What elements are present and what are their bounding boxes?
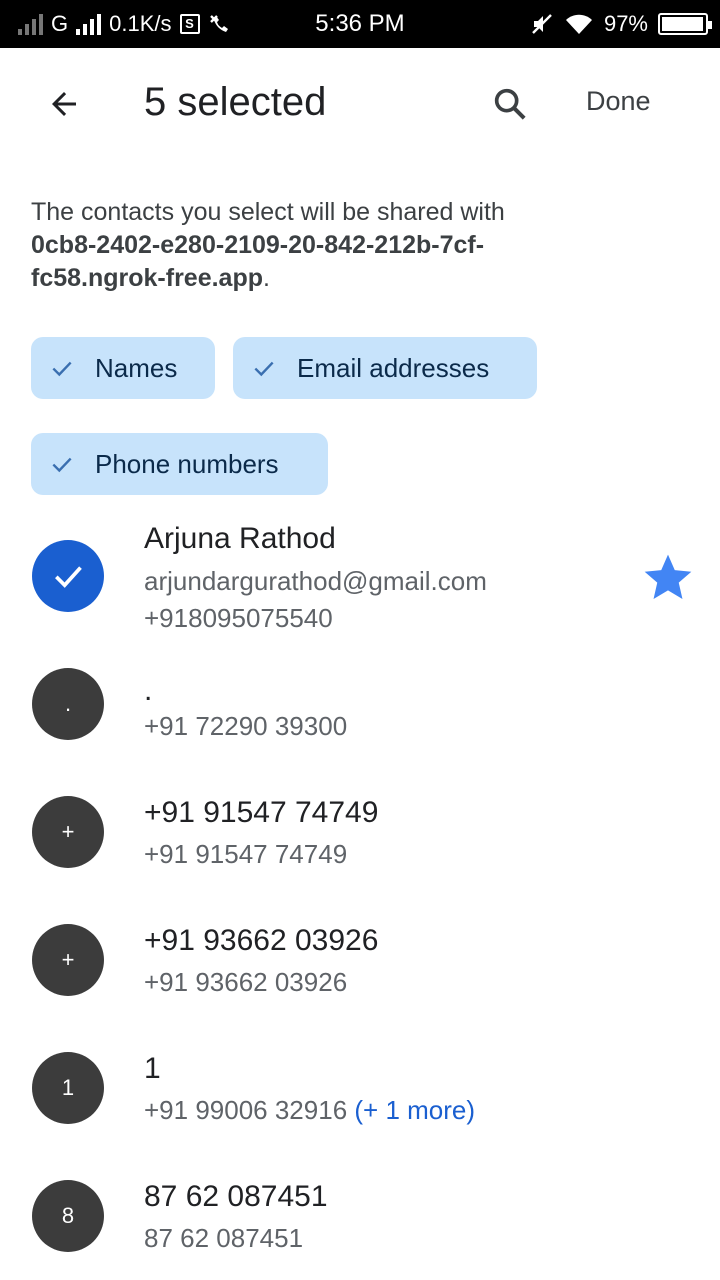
contact-row[interactable]: + +91 93662 03926 +91 93662 03926 [0,896,720,1024]
battery-level [662,17,703,31]
check-icon [55,566,82,588]
status-bar: G 0.1K/s S 5:36 PM 97% [0,0,720,48]
contact-row[interactable]: + +91 91547 74749 +91 91547 74749 [0,768,720,896]
back-button[interactable] [36,76,92,132]
contact-phone: +91 91547 74749 [144,839,348,869]
avatar-selected[interactable] [32,540,104,612]
chip-label: Phone numbers [95,448,279,479]
contact-phone-line: +91 99006 32916 (+ 1 more) [144,1095,475,1126]
more-numbers-link[interactable]: (+ 1 more) [354,1095,475,1125]
avatar: 1 [32,1052,104,1124]
battery-percent: 97% [603,11,648,36]
contact-row[interactable]: 1 1 +91 99006 32916 (+ 1 more) [0,1024,720,1152]
wifi-icon [565,14,592,34]
contact-phone: +91 72290 39300 [144,711,348,741]
share-host: 0cb8-2402-e280-2109-20-842-212b-7cf-fc58… [31,231,485,292]
contact-row[interactable]: . . +91 72290 39300 [0,640,720,768]
contact-name: 87 62 087451 [144,1180,328,1213]
contact-name: +91 93662 03926 [144,924,379,957]
contact-row[interactable]: Arjuna Rathod arjundargurathod@gmail.com… [0,512,720,642]
contact-phone: 87 62 087451 [144,1223,304,1253]
avatar: 8 [32,1180,104,1252]
chip-phone-numbers[interactable]: Phone numbers [31,433,328,495]
share-info-suffix: . [263,264,270,292]
contact-phone: +91 93662 03926 [144,967,348,997]
search-icon [494,88,526,120]
contact-name: +91 91547 74749 [144,796,379,829]
mute-icon [532,14,552,34]
contact-name: . [144,674,153,707]
contact-phone: +918095075540 [144,603,333,633]
arrow-back-icon [52,92,76,116]
check-icon [52,457,72,473]
star-icon [644,554,692,599]
share-info-prefix: The contacts you select will be shared w… [31,198,505,226]
page-title: 5 selected [144,80,327,124]
contact-email: arjundargurathod@gmail.com [144,566,487,596]
done-button[interactable]: Done [586,86,651,117]
contact-name: Arjuna Rathod [144,522,336,555]
avatar: + [32,796,104,868]
chip-label: Names [95,352,178,383]
avatar: . [32,668,104,740]
search-button[interactable] [482,76,538,132]
avatar: + [32,924,104,996]
contact-row[interactable]: 8 87 62 087451 87 62 087451 [0,1152,720,1280]
contact-name: 1 [144,1052,161,1085]
battery-icon [658,13,712,35]
check-icon [254,361,274,377]
chip-names[interactable]: Names [31,337,215,399]
chip-email-addresses[interactable]: Email addresses [233,337,537,399]
check-icon [52,361,72,377]
chip-label: Email addresses [297,352,490,383]
app-bar: 5 selected Done [0,48,720,160]
contact-phone: +91 99006 32916 [144,1095,348,1125]
share-info-text: The contacts you select will be shared w… [31,196,591,295]
